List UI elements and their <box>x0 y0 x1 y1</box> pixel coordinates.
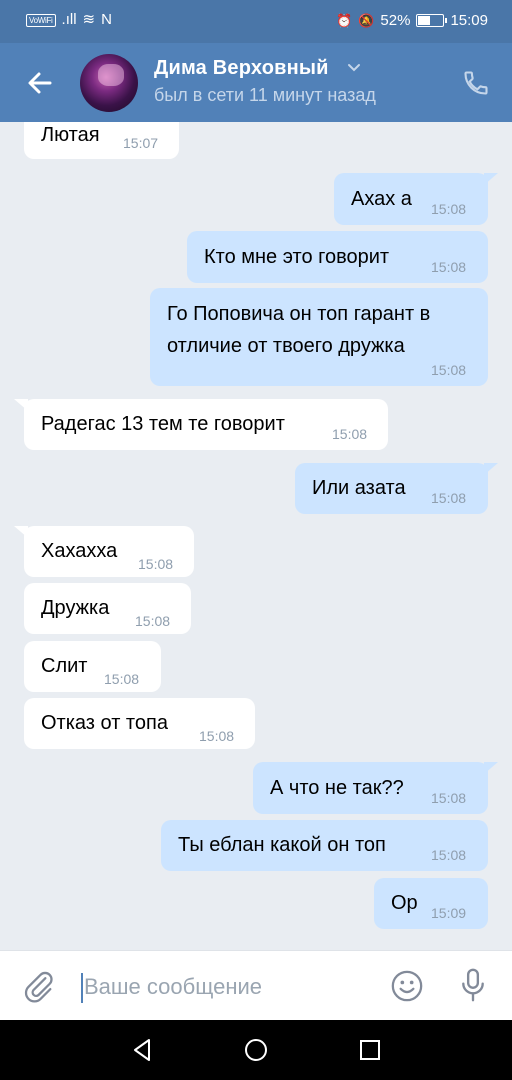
message-incoming[interactable]: Лютая 15:07 <box>24 122 179 159</box>
message-text: Отказ от топа <box>41 712 168 734</box>
battery-fill <box>418 16 431 25</box>
avatar[interactable] <box>80 54 138 112</box>
message-incoming[interactable]: Хахахха 15:08 <box>14 526 194 577</box>
message-time: 15:08 <box>431 790 467 806</box>
message-time: 15:08 <box>332 426 368 442</box>
message-incoming[interactable]: Отказ от топа 15:08 <box>24 698 255 749</box>
message-text-line: отличие от твоего дружка <box>167 335 405 357</box>
message-text: А что не так?? <box>270 777 404 799</box>
message-outgoing[interactable]: Кто мне это говорит 15:08 <box>187 231 488 283</box>
message-outgoing[interactable]: Или азата 15:08 <box>295 463 498 514</box>
phone-icon[interactable] <box>462 69 490 97</box>
message-incoming[interactable]: Слит 15:08 <box>24 641 161 692</box>
message-input[interactable] <box>84 969 364 1005</box>
message-text: Ор <box>391 892 418 914</box>
bubble-tail <box>484 463 498 475</box>
paperclip-icon[interactable] <box>22 969 56 1003</box>
message-text-line: Го Поповича он топ гарант в <box>167 303 431 325</box>
status-bar-right: ⏰ 🔕 52% 15:09 <box>336 12 488 29</box>
message-time: 15:08 <box>138 556 174 572</box>
mute-icon: 🔕 <box>358 12 375 28</box>
alarm-icon: ⏰ <box>336 12 353 28</box>
message-time: 15:08 <box>199 728 235 744</box>
chat-header: Дима Верховный был в сети 11 минут назад <box>0 43 512 122</box>
microphone-icon[interactable] <box>456 967 490 1003</box>
message-outgoing[interactable]: Ахах а 15:08 <box>334 173 498 225</box>
message-list[interactable]: Лютая 15:07 Ахах а 15:08 Кто мне это гов… <box>0 122 512 950</box>
bubble-tail <box>14 526 28 538</box>
bubble-tail <box>14 399 28 411</box>
message-outgoing[interactable]: Го Поповича он топ гарант в отличие от т… <box>150 288 488 386</box>
message-text: Ахах а <box>351 188 412 210</box>
message-incoming[interactable]: Радегас 13 тем те говорит 15:08 <box>14 399 388 450</box>
message-outgoing[interactable]: Ты еблан какой он топ 15:08 <box>161 820 488 871</box>
arrow-left-icon[interactable] <box>24 67 56 99</box>
vowifi-badge: VoWiFi <box>26 13 56 27</box>
message-time: 15:08 <box>431 847 467 863</box>
nav-back-icon[interactable] <box>128 1036 156 1064</box>
last-seen-status: был в сети 11 минут назад <box>154 85 376 105</box>
message-text: Лютая <box>41 124 100 146</box>
contact-name[interactable]: Дима Верховный <box>154 57 329 80</box>
message-time: 15:07 <box>123 135 159 151</box>
message-time: 15:08 <box>431 490 467 506</box>
message-text: Хахахха <box>41 540 118 562</box>
message-incoming[interactable]: Дружка 15:08 <box>24 583 191 634</box>
message-text: Ты еблан какой он топ <box>178 834 386 856</box>
message-outgoing[interactable]: Ор 15:09 <box>374 878 488 929</box>
nav-home-icon[interactable] <box>242 1036 270 1064</box>
message-time: 15:08 <box>431 201 467 217</box>
message-text: Радегас 13 тем те говорит <box>41 413 285 435</box>
nav-recents-icon[interactable] <box>356 1036 384 1064</box>
message-time: 15:08 <box>104 671 140 687</box>
composer-bar <box>0 950 512 1020</box>
wifi-icon: ≋ <box>82 11 96 28</box>
chevron-down-icon[interactable] <box>346 59 362 75</box>
message-outgoing[interactable]: А что не так?? 15:08 <box>253 762 498 814</box>
battery-icon <box>416 14 448 27</box>
nfc-icon: N <box>101 11 112 28</box>
message-time: 15:09 <box>431 905 467 921</box>
text-caret <box>81 973 83 1003</box>
bubble-tail <box>484 762 498 774</box>
message-time: 15:08 <box>431 259 467 275</box>
message-text: Кто мне это говорит <box>204 246 390 268</box>
message-time: 15:08 <box>431 362 467 378</box>
status-bar-left: VoWiFi .ıll ≋ N <box>26 12 112 28</box>
system-nav-bar <box>0 1020 512 1080</box>
message-text: Слит <box>41 655 88 677</box>
message-text: Или азата <box>312 477 406 499</box>
status-bar: VoWiFi .ıll ≋ N ⏰ 🔕 52% 15:09 <box>0 0 512 43</box>
bubble-tail <box>484 173 498 185</box>
signal-icon: .ıll <box>61 11 77 28</box>
message-text: Дружка <box>41 597 110 619</box>
emoji-icon[interactable] <box>390 969 424 1003</box>
message-time: 15:08 <box>135 613 171 629</box>
status-time: 15:09 <box>450 12 488 29</box>
battery-percent: 52% <box>380 12 411 29</box>
